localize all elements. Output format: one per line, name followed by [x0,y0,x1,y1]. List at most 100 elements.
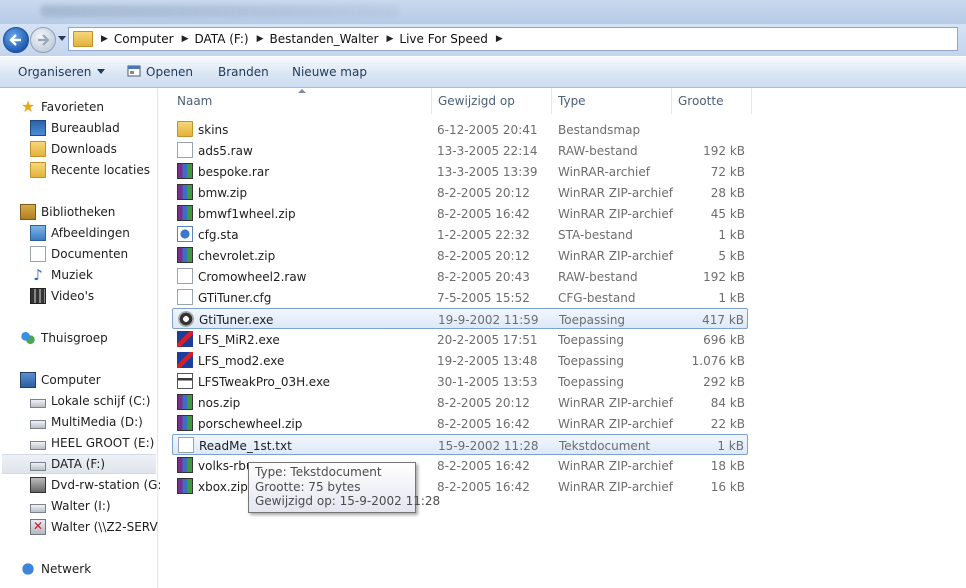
nav-drive-d[interactable]: MultiMedia (D:) [30,412,143,432]
file-row[interactable]: LFS_MiR2.exe 20-2-2005 17:51 Toepassing 696… [172,329,748,350]
breadcrumb-data-drive[interactable]: DATA (F:) ▶ [195,28,270,50]
file-name: volks-rbu [198,459,254,473]
hard-drive-icon [30,398,46,408]
chevron-right-icon: ▶ [181,34,189,44]
file-size: 5 kB [718,249,745,263]
file-row[interactable]: LFSTweakPro_03H.exe 30-1-2005 13:53 Toepas… [172,371,748,392]
file-row[interactable]: ReadMe_1st.txt 15-9-2002 11:28 Tekstdocume… [172,434,748,455]
file-row[interactable]: GtiTuner.exe 19-9-2002 11:59 Toepassing 417… [172,308,748,329]
gear-icon [178,311,194,327]
organize-label: Organiseren [18,65,92,79]
breadcrumb-label: Live For Speed [399,32,488,46]
nav-drive-f[interactable]: DATA (F:) [2,454,156,474]
nav-label: Recente locaties [51,163,150,177]
file-row[interactable]: chevrolet.zip 8-2-2005 20:12 WinRAR ZIP-ar… [172,245,748,266]
file-date: 13-3-2005 13:39 [437,165,538,179]
file-date: 19-9-2002 11:59 [438,313,539,327]
file-row[interactable]: Cromowheel2.raw 8-2-2005 20:43 RAW-bestand… [172,266,748,287]
tooltip-type: Type: Tekstdocument [255,465,382,479]
nav-homegroup[interactable]: Thuisgroep [20,328,108,348]
nav-label: Netwerk [41,562,92,576]
column-header-size[interactable]: Grootte [672,88,752,114]
text-document-icon [178,437,194,453]
column-header-name[interactable]: Naam [160,88,432,114]
breadcrumb-label: Computer [113,32,174,46]
file-name: ReadMe_1st.txt [199,439,292,453]
recent-pages-chevron-down-icon[interactable] [58,36,66,41]
file-type: RAW-bestand [558,144,638,158]
winrar-icon [177,478,193,494]
column-header-type[interactable]: Type [552,88,672,114]
desktop-icon [30,120,46,136]
nav-label: DATA (F:) [51,457,106,471]
file-name: chevrolet.zip [198,249,276,263]
file-type: WinRAR ZIP-archief [558,186,673,200]
lfs-icon [177,331,193,347]
file-name: bespoke.rar [198,165,270,179]
nav-network-drive[interactable]: Walter (\\Z2-SERVER [30,517,158,537]
nav-label: Downloads [51,142,117,156]
file-size: 72 kB [710,165,745,179]
breadcrumb-live-for-speed[interactable]: Live For Speed ▶ [399,28,508,50]
breadcrumb-root-chevron[interactable]: ▶ [93,28,114,50]
chevron-right-icon: ▶ [495,34,503,44]
forward-button[interactable] [30,27,56,53]
nav-computer[interactable]: Computer [20,370,101,390]
file-type: RAW-bestand [558,270,638,284]
burn-button[interactable]: Branden [218,65,269,79]
breadcrumb-bestanden-walter[interactable]: Bestanden_Walter ▶ [270,28,400,50]
file-row[interactable]: cfg.sta 1-2-2005 22:32 STA-bestand 1 kB [172,224,748,245]
nav-drive-i[interactable]: Walter (I:) [30,496,111,516]
organize-button[interactable]: Organiseren [18,65,106,79]
new-folder-button[interactable]: Nieuwe map [292,65,367,79]
file-row[interactable]: nos.zip 8-2-2005 20:12 WinRAR ZIP-archief 8… [172,392,748,413]
file-row[interactable]: skins 6-12-2005 20:41 Bestandsmap [172,119,748,140]
nav-music[interactable]: ♪ Muziek [30,265,93,285]
file-size: 16 kB [710,480,745,494]
file-row[interactable]: ads5.raw 13-3-2005 22:14 RAW-bestand 192 kB [172,140,748,161]
column-header-label: Gewijzigd op [438,94,515,108]
nav-libraries[interactable]: Bibliotheken [20,202,115,222]
open-button[interactable]: Openen [146,65,193,79]
file-row[interactable]: bmw.zip 8-2-2005 20:12 WinRAR ZIP-archief 2… [172,182,748,203]
nav-desktop[interactable]: Bureaublad [30,118,120,138]
nav-downloads[interactable]: Downloads [30,139,117,159]
homegroup-icon [20,330,36,346]
breadcrumb-computer[interactable]: Computer ▶ [114,28,195,50]
winrar-icon [177,205,193,221]
column-header-label: Type [558,94,586,108]
nav-recent[interactable]: Recente locaties [30,160,150,180]
nav-drive-g[interactable]: Dvd-rw-station (G:) [30,475,166,495]
arrow-left-icon [9,34,21,46]
nav-documents[interactable]: Documenten [30,244,128,264]
file-type: WinRAR-archief [558,165,650,179]
winrar-icon [177,184,193,200]
new-folder-label: Nieuwe map [292,65,367,79]
file-row[interactable]: LFS_mod2.exe 19-2-2005 13:48 Toepassing 1.0… [172,350,748,371]
file-size: 22 kB [710,417,745,431]
file-size: 28 kB [710,186,745,200]
file-row[interactable]: bmwf1wheel.zip 8-2-2005 16:42 WinRAR ZIP-a… [172,203,748,224]
file-row[interactable]: GTiTuner.cfg 7-5-2005 15:52 CFG-bestand 1 k… [172,287,748,308]
file-name: LFS_MiR2.exe [198,333,280,347]
nav-drive-e[interactable]: HEEL GROOT (E:) [30,433,154,453]
nav-drive-c[interactable]: Lokale schijf (C:) [30,391,150,411]
file-size: 192 kB [703,144,745,158]
chevron-right-icon: ▶ [256,34,264,44]
nav-videos[interactable]: Video's [30,286,94,306]
recent-places-icon [30,162,46,178]
file-name: bmw.zip [198,186,248,200]
nav-favorites[interactable]: ★ Favorieten [20,97,104,117]
column-header-modified[interactable]: Gewijzigd op [432,88,552,114]
address-bar[interactable]: ▶ Computer ▶ DATA (F:) ▶ Bestanden_Walter ▶… [68,27,958,51]
nav-label: Video's [51,289,95,303]
file-row[interactable]: porschewheel.zip 8-2-2005 16:42 WinRAR ZIP… [172,413,748,434]
nav-label: Walter (I:) [51,499,111,513]
nav-network[interactable]: Netwerk [20,559,91,579]
winrar-icon [177,457,193,473]
chevron-right-icon: ▶ [101,34,108,44]
nav-pictures[interactable]: Afbeeldingen [30,223,130,243]
file-size: 84 kB [710,396,745,410]
file-row[interactable]: bespoke.rar 13-3-2005 13:39 WinRAR-archief… [172,161,748,182]
back-button[interactable] [3,27,29,53]
